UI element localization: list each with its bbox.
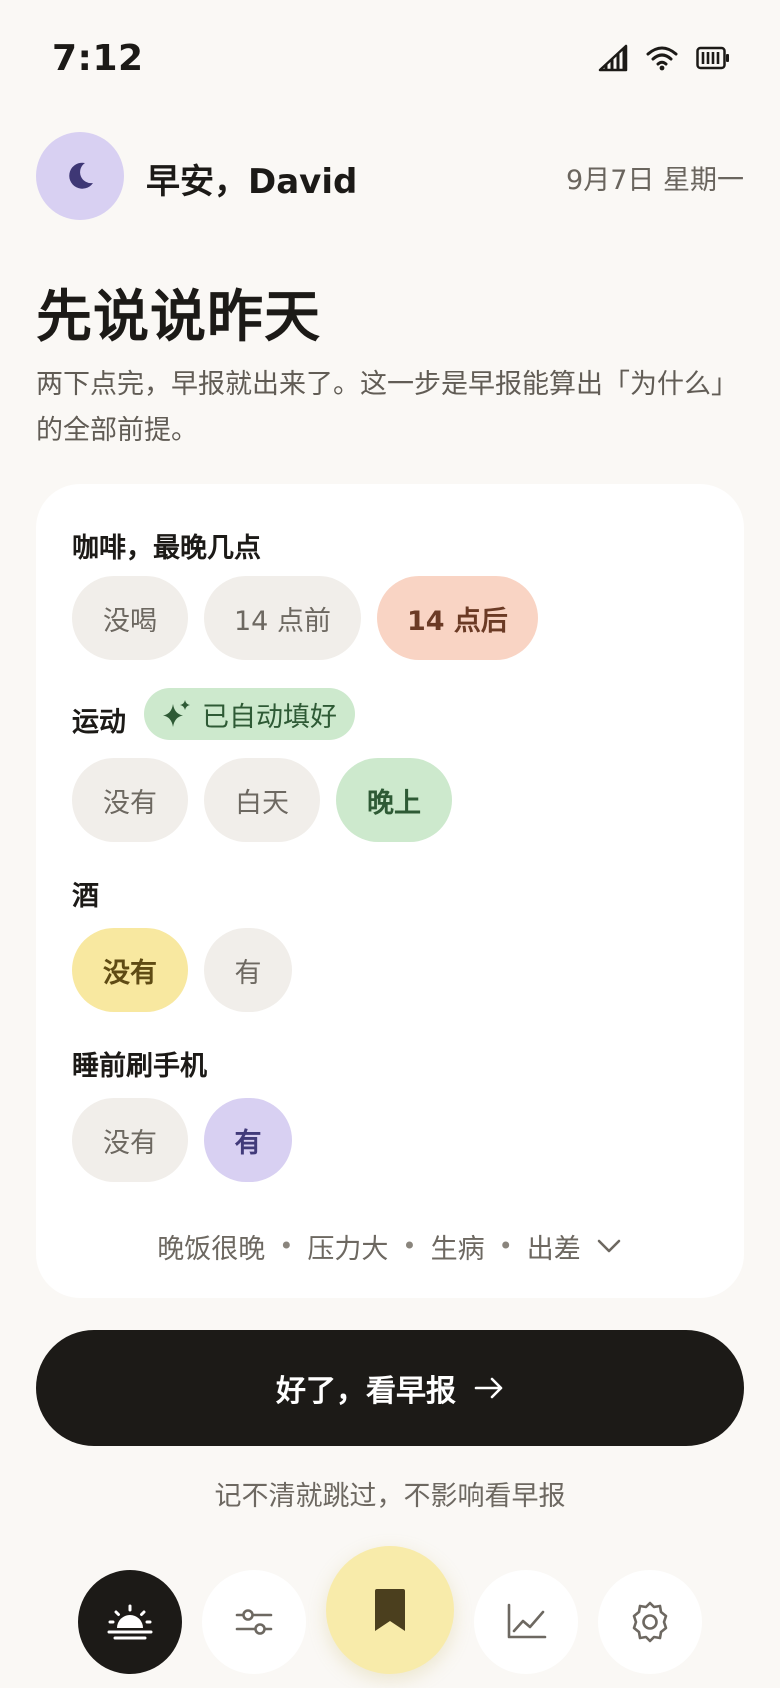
chevron-down-icon[interactable] xyxy=(595,1236,623,1256)
auto-filled-badge: 已自动填好 xyxy=(144,688,355,740)
nav-trends[interactable] xyxy=(474,1570,578,1674)
separator-dot: • xyxy=(402,1232,417,1260)
status-icons xyxy=(598,44,730,72)
more-tag-late-dinner[interactable]: 晚饭很晚 xyxy=(157,1227,265,1266)
more-tag-sick[interactable]: 生病 xyxy=(431,1227,485,1266)
view-report-label: 好了，看早报 xyxy=(276,1374,456,1409)
page-subtitle: 两下点完，早报就出来了。这一步是早报能算出「为什么」的全部前提。 xyxy=(36,369,725,446)
phone-label: 睡前刷手机 xyxy=(72,1051,207,1082)
phone-option-yes[interactable]: 有 xyxy=(204,1098,292,1182)
current-date: 9月7日 星期一 xyxy=(566,165,744,196)
nav-saved[interactable] xyxy=(326,1546,454,1674)
auto-filled-text: 已自动填好 xyxy=(202,701,337,733)
status-bar: 7:12 xyxy=(0,0,780,120)
separator-dot: • xyxy=(498,1232,513,1260)
gear-icon xyxy=(632,1601,668,1643)
header: 早安，David 9月7日 星期一 xyxy=(36,132,744,220)
signal-icon xyxy=(598,44,628,72)
more-tag-travel[interactable]: 出差 xyxy=(527,1227,581,1266)
alcohol-label: 酒 xyxy=(72,881,99,912)
nav-settings[interactable] xyxy=(598,1570,702,1674)
coffee-option-none[interactable]: 没喝 xyxy=(72,576,188,660)
coffee-option-after-14[interactable]: 14 点后 xyxy=(376,576,538,660)
arrow-right-icon xyxy=(474,1377,503,1399)
avatar[interactable] xyxy=(36,132,124,220)
coffee-label: 咖啡，最晚几点 xyxy=(72,533,261,564)
view-report-button[interactable]: 好了，看早报 xyxy=(36,1330,744,1446)
nav-adjust[interactable] xyxy=(202,1570,306,1674)
phone-option-none[interactable]: 没有 xyxy=(72,1098,188,1182)
alcohol-option-none[interactable]: 没有 xyxy=(72,928,188,1012)
checkin-card: 咖啡，最晚几点 没喝 14 点前 14 点后 运动 已自动填好 没有 白天 晚上… xyxy=(36,484,744,1298)
moon-icon xyxy=(69,162,93,189)
wifi-icon xyxy=(646,46,678,71)
exercise-option-none[interactable]: 没有 xyxy=(72,758,188,842)
exercise-option-daytime[interactable]: 白天 xyxy=(204,758,320,842)
exercise-options: 没有 白天 晚上 xyxy=(72,758,452,842)
more-tag-stress[interactable]: 压力大 xyxy=(307,1227,388,1266)
sliders-icon xyxy=(235,1609,273,1635)
phone-options: 没有 有 xyxy=(72,1098,292,1182)
bookmark-icon xyxy=(375,1589,405,1631)
skip-note: 记不清就跳过，不影响看早报 xyxy=(214,1481,566,1512)
bottom-nav xyxy=(0,1540,780,1688)
sparkle-icon xyxy=(163,700,190,727)
trend-icon xyxy=(507,1603,547,1639)
exercise-option-evening[interactable]: 晚上 xyxy=(336,758,452,842)
more-factors-row[interactable]: 晚饭很晚 • 压力大 • 生病 • 出差 xyxy=(36,1224,744,1268)
separator-dot: • xyxy=(279,1232,294,1260)
status-time: 7:12 xyxy=(52,38,144,79)
coffee-options: 没喝 14 点前 14 点后 xyxy=(72,576,538,660)
battery-icon xyxy=(696,46,729,70)
nav-today[interactable] xyxy=(78,1570,182,1674)
greeting: 早安，David xyxy=(146,162,358,202)
exercise-label: 运动 xyxy=(72,707,126,738)
sunrise-icon xyxy=(107,1604,153,1640)
alcohol-option-yes[interactable]: 有 xyxy=(204,928,292,1012)
coffee-option-before-14[interactable]: 14 点前 xyxy=(204,576,361,660)
alcohol-options: 没有 有 xyxy=(72,928,292,1012)
page-title: 先说说昨天 xyxy=(36,285,321,350)
